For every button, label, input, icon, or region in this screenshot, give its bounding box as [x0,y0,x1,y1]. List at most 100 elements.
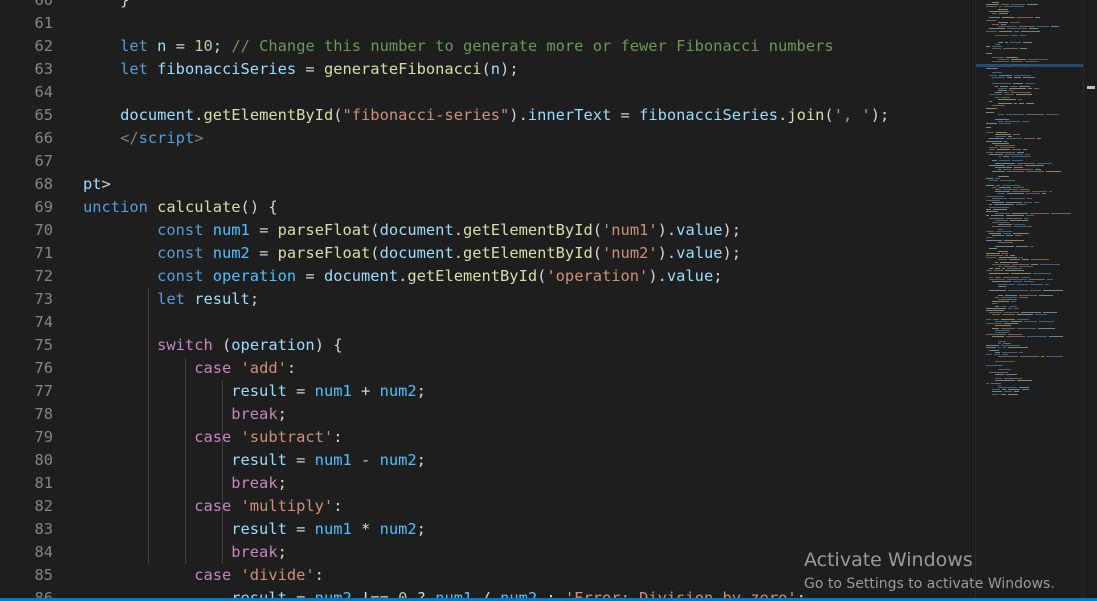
minimap-code-line [1001,24,1006,25]
minimap-viewport-highlight[interactable] [976,64,1084,67]
code-editor[interactable]: 60 }6162 let n = 10; // Change this numb… [0,0,975,601]
code-text[interactable]: pt> [83,173,111,196]
code-line[interactable]: 72 const operation = document.getElement… [0,265,975,288]
code-text[interactable]: } [83,0,129,12]
minimap-code-line [1008,334,1022,336]
code-line[interactable]: 78 break; [0,403,975,426]
minimap-code-line [1021,30,1040,32]
minimap-code-line [995,43,1000,45]
code-token: } [83,0,129,9]
code-token: ', ' [833,105,871,124]
code-token: 'operation' [546,266,649,285]
line-number: 83 [34,519,53,538]
minimap-code-line [999,74,1012,76]
minimap-code-line [1008,307,1012,309]
code-text[interactable]: unction calculate() { [83,196,278,219]
code-line[interactable]: 65 document.getElementById("fibonacci-se… [0,104,975,127]
minimap-code-line [995,96,999,98]
code-line[interactable]: 82 case 'multiply': [0,495,975,518]
code-text[interactable]: case 'divide': [83,564,324,587]
vertical-scrollbar[interactable] [1083,0,1097,601]
code-token: ); [722,220,742,239]
minimap-code-line [1025,61,1039,63]
minimap-code-line [986,230,994,232]
code-token: </ [83,128,139,147]
code-token: > [194,128,204,147]
code-text[interactable]: result = num1 * num2; [83,518,426,541]
minimap-code-line [986,347,996,349]
code-line[interactable]: 79 case 'subtract': [0,426,975,449]
code-text[interactable]: case 'subtract': [83,426,342,449]
minimap-code-line [998,347,1001,349]
minimap-code-line [993,318,999,320]
code-line[interactable]: 63 let fibonacciSeries = generateFibonac… [0,58,975,81]
minimap-code-line [1009,305,1017,307]
code-line[interactable]: 74 [0,311,975,334]
minimap-code-line [1017,162,1035,164]
minimap-code-line [995,268,1000,270]
minimap-code-line [998,285,1006,287]
code-text[interactable]: result = num1 - num2; [83,449,426,472]
minimap[interactable] [975,0,1084,601]
minimap-code-line [986,68,998,69]
code-line[interactable]: 83 result = num1 * num2; [0,518,975,541]
minimap-code-line [1006,114,1024,116]
code-text[interactable]: const num2 = parseFloat(document.getElem… [83,242,741,265]
code-text[interactable]: switch (operation) { [83,334,342,357]
minimap-code-line [1007,279,1027,281]
code-token: ). [648,266,667,285]
code-text[interactable]: let n = 10; // Change this number to gen… [83,35,834,58]
minimap-code-line [1024,202,1032,204]
code-line[interactable]: 70 const num1 = parseFloat(document.getE… [0,219,975,242]
code-token: = [286,450,315,469]
minimap-code-line [1001,96,1010,98]
code-token: operation [231,335,315,354]
code-line[interactable]: 64 [0,81,975,104]
code-token: fibonacciSeries [639,105,779,124]
code-token: innerText [527,105,612,124]
minimap-code-line [1015,235,1022,237]
minimap-code-line [998,356,1018,358]
minimap-code-line [999,186,1011,188]
code-text[interactable]: let result; [83,288,259,311]
minimap-code-line [1006,138,1022,140]
code-line[interactable]: 71 const num2 = parseFloat(document.getE… [0,242,975,265]
code-text[interactable]: let fibonacciSeries = generateFibonacci(… [83,58,519,81]
code-line[interactable]: 67 [0,150,975,173]
code-line[interactable]: 73 let result; [0,288,975,311]
minimap-code-line [989,272,1009,274]
code-line[interactable]: 80 result = num1 - num2; [0,449,975,472]
minimap-code-line [995,321,1009,322]
code-line[interactable]: 61 [0,12,975,35]
minimap-code-line [1011,272,1031,274]
minimap-code-line [986,200,1000,201]
code-line[interactable]: 62 let n = 10; // Change this number to … [0,35,975,58]
code-text[interactable]: document.getElementById("fibonacci-serie… [83,104,889,127]
code-text[interactable]: const num1 = parseFloat(document.getElem… [83,219,741,242]
code-token: parseFloat [277,243,371,262]
code-line[interactable]: 66 </script> [0,127,975,150]
code-text[interactable]: result = num1 + num2; [83,380,426,403]
code-line[interactable]: 75 switch (operation) { [0,334,975,357]
minimap-code-line [986,107,997,109]
minimap-code-line [1010,41,1021,43]
code-text[interactable]: case 'multiply': [83,495,342,518]
code-line[interactable]: 69 unction calculate() { [0,196,975,219]
code-line[interactable]: 81 break; [0,472,975,495]
minimap-code-line [1017,314,1033,316]
code-text[interactable]: case 'add': [83,357,296,380]
minimap-code-line [1001,327,1015,329]
code-token: = [296,266,324,285]
minimap-code-line [989,138,1004,140]
code-text[interactable]: </script> [83,127,204,150]
code-line[interactable]: 68 pt> [0,173,975,196]
code-token: : [286,358,297,377]
code-text[interactable]: const operation = document.getElementByI… [83,265,722,288]
minimap-code-line [1049,336,1063,338]
code-line[interactable]: 60 } [0,0,975,12]
minimap-code-line [999,30,1012,32]
minimap-code-line [986,195,1004,197]
code-line[interactable]: 77 result = num1 + num2; [0,380,975,403]
minimap-code-line [1020,35,1026,36]
code-line[interactable]: 76 case 'add': [0,357,975,380]
